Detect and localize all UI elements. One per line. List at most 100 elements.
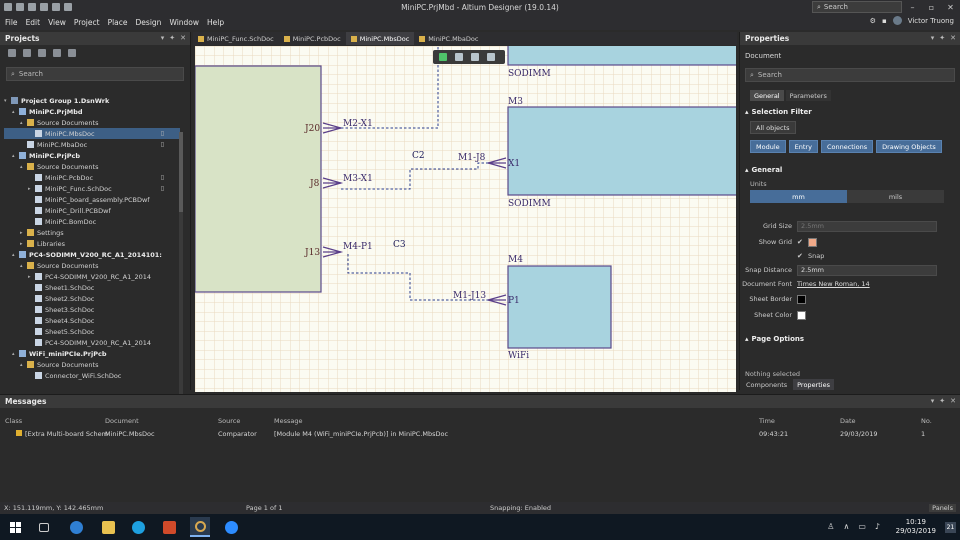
filter-entry-button[interactable]: Entry [788, 140, 818, 153]
panels-button[interactable]: Panels [929, 504, 956, 512]
zoom-icon[interactable] [221, 517, 241, 537]
chevron-down-icon[interactable]: ▴ [12, 252, 19, 258]
module-left[interactable] [195, 65, 322, 293]
chevron-down-icon[interactable]: ▴ [12, 153, 19, 159]
chevron-down-icon[interactable]: ▴ [20, 164, 27, 170]
tree-scrollbar[interactable] [179, 132, 183, 412]
system-clock[interactable]: 10:19 29/03/2019 [896, 518, 936, 536]
tree-item[interactable]: Sheet3.SchDoc [4, 304, 180, 315]
close-icon[interactable]: ✕ [941, 0, 960, 14]
panel-menu-icon[interactable]: ▾ [931, 397, 935, 405]
chevron-down-icon[interactable]: ▾ [4, 98, 11, 104]
compile-icon[interactable] [23, 49, 31, 57]
column-class[interactable]: Class [5, 417, 22, 425]
menu-help[interactable]: Help [207, 18, 224, 27]
save-icon[interactable] [8, 49, 16, 57]
menu-view[interactable]: View [48, 18, 66, 27]
column-source[interactable]: Source [218, 417, 240, 425]
column-time[interactable]: Time [759, 417, 775, 425]
task-view-icon[interactable] [34, 517, 54, 537]
menu-file[interactable]: File [5, 18, 18, 27]
pin-icon[interactable]: ✦ [939, 34, 945, 42]
open-folder-icon[interactable] [38, 49, 46, 57]
undo-icon[interactable] [52, 3, 60, 11]
tree-item[interactable]: ▴ Source Documents [4, 359, 180, 370]
show-grid-checkbox[interactable]: ✔ [797, 238, 804, 246]
file-explorer-icon[interactable] [98, 517, 118, 537]
connection-lines[interactable] [341, 46, 488, 301]
edge-icon[interactable] [66, 517, 86, 537]
tree-item[interactable]: PC4-SODIMM_V200_RC_A1_2014 [4, 337, 180, 348]
close-icon[interactable]: ✕ [180, 34, 186, 42]
grid-color-swatch[interactable] [808, 237, 817, 247]
minimize-icon[interactable]: – [903, 0, 922, 14]
connection-tool-icon[interactable] [487, 53, 495, 61]
volume-icon[interactable]: ♪ [875, 522, 880, 531]
document-tab[interactable]: MiniPC.MbsDoc [345, 32, 415, 45]
connection-c2[interactable]: C2 [412, 151, 425, 161]
tree-item[interactable]: ▾ Project Group 1.DsnWrk [4, 95, 180, 106]
align-icon[interactable] [471, 53, 479, 61]
tree-item[interactable]: MiniPC.PcbDoc ▯ [4, 172, 180, 183]
skype-icon[interactable] [128, 517, 148, 537]
page-options-section[interactable]: ▴ Page Options [740, 332, 960, 345]
menu-project[interactable]: Project [74, 18, 100, 27]
notification-center-icon[interactable]: 21 [945, 522, 956, 533]
chevron-down-icon[interactable]: ▴ [20, 362, 27, 368]
chevron-down-icon[interactable]: ▴ [20, 263, 27, 269]
tree-item[interactable]: ▸ PC4-SODIMM_V200_RC_A1_2014 [4, 271, 180, 282]
connection-c3[interactable]: C3 [393, 240, 406, 250]
all-objects-button[interactable]: All objects [750, 121, 796, 134]
pin-icon[interactable]: ✦ [939, 397, 945, 405]
gear-icon[interactable] [68, 49, 76, 57]
column-no[interactable]: No. [921, 417, 932, 425]
chevron-right-icon[interactable]: ▸ [28, 274, 35, 280]
general-section[interactable]: ▴ General [740, 163, 960, 176]
tree-item[interactable]: ▸ Settings [4, 227, 180, 238]
port-x1[interactable]: X1 [508, 159, 520, 169]
tree-item[interactable]: ▸ Libraries [4, 238, 180, 249]
tab-general[interactable]: General [750, 90, 784, 101]
column-message[interactable]: Message [274, 417, 303, 425]
gear-icon[interactable]: ⚙ [870, 17, 876, 25]
snap-distance-field[interactable]: 2.5mm [797, 264, 937, 276]
open-folder-icon[interactable] [28, 3, 36, 11]
menu-place[interactable]: Place [108, 18, 128, 27]
save-icon[interactable] [16, 3, 24, 11]
redo-icon[interactable] [64, 3, 72, 11]
tree-item[interactable]: MiniPC.BomDoc [4, 216, 180, 227]
chevron-up-icon[interactable]: ∧ [843, 522, 849, 531]
port-j13[interactable]: J13 [304, 248, 320, 258]
port-j8[interactable]: J8 [309, 179, 320, 189]
properties-search-input[interactable]: ⌕ Search [745, 68, 955, 82]
column-date[interactable]: Date [840, 417, 856, 425]
filter-drawing-objects-button[interactable]: Drawing Objects [876, 140, 942, 153]
document-tab[interactable]: MiniPC.PcbDoc [279, 32, 346, 45]
tree-item[interactable]: ▴ Source Documents [4, 161, 180, 172]
menu-edit[interactable]: Edit [26, 18, 41, 27]
snap-checkbox[interactable]: ✔ [797, 252, 804, 260]
tree-item[interactable]: ▴ Source Documents [4, 117, 180, 128]
projects-search-input[interactable]: ⌕ Search [6, 67, 184, 81]
tree-item[interactable]: ▸ MiniPC_Func.SchDoc ▯ [4, 183, 180, 194]
units-mils-button[interactable]: mils [847, 190, 944, 203]
people-icon[interactable]: ♙ [827, 522, 834, 531]
tree-item[interactable]: Sheet2.SchDoc [4, 293, 180, 304]
powerpoint-icon[interactable] [159, 517, 179, 537]
sheet-color-swatch[interactable] [797, 310, 806, 320]
schematic-canvas[interactable]: SODIMM M3 SODIMM M4 WiFi J20 J8 J13 X1 P… [195, 46, 736, 392]
document-tab[interactable]: MiniPC_Func.SchDoc [193, 32, 279, 45]
port-p1[interactable]: P1 [508, 296, 520, 306]
tree-scrollbar-thumb[interactable] [179, 132, 183, 212]
tree-item[interactable]: Sheet5.SchDoc [4, 326, 180, 337]
close-icon[interactable]: ✕ [950, 34, 956, 42]
save-all-icon[interactable] [40, 3, 48, 11]
folder-icon[interactable] [53, 49, 61, 57]
tree-item[interactable]: ▴ MiniPC.PrjMbd [4, 106, 180, 117]
chevron-down-icon[interactable]: ▴ [12, 351, 19, 357]
tab-properties[interactable]: Properties [793, 379, 834, 390]
table-row[interactable]: [Extra Multi-board Schem MiniPC.MbsDoc C… [0, 428, 960, 439]
menu-window[interactable]: Window [169, 18, 199, 27]
tree-item[interactable]: Connector_WiFi.SchDoc [4, 370, 180, 381]
panel-menu-icon[interactable]: ▾ [931, 34, 935, 42]
